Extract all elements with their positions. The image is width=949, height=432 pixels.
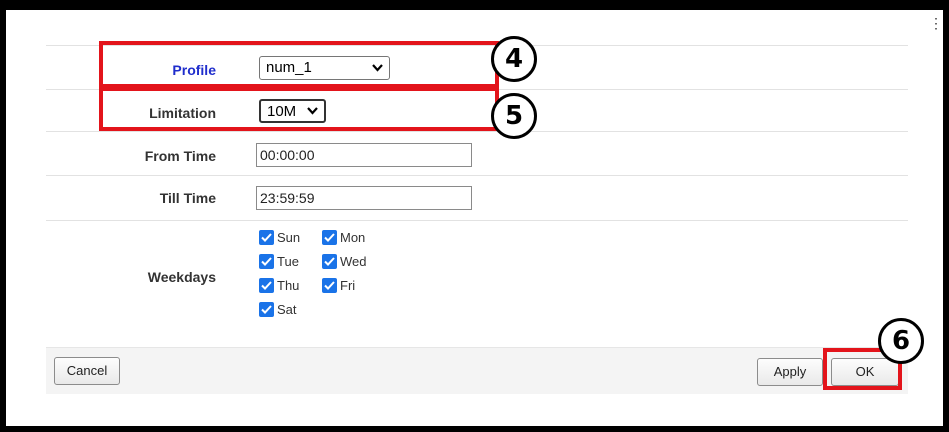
expand-icon[interactable]: ⋮	[928, 17, 944, 42]
dialog-footer: Cancel Apply OK	[46, 347, 908, 394]
checkmark-icon	[322, 230, 337, 246]
checkmark-icon	[259, 230, 274, 246]
step-6-marker: 6	[878, 318, 924, 364]
weekday-label: Fri	[340, 278, 356, 293]
weekday-label: Sat	[277, 302, 297, 317]
weekday-label: Sun	[277, 230, 301, 245]
till-time-row: Till Time 23:59:59	[46, 175, 908, 218]
checkmark-icon	[259, 254, 274, 270]
weekday-label: Wed	[340, 254, 367, 269]
weekday-checkbox-wed[interactable]: Wed	[322, 253, 367, 271]
from-time-label: From Time	[144, 148, 216, 164]
weekdays-row: Weekdays Sun Mon Tue Wed Thu Fri Sat	[46, 220, 908, 343]
from-time-row: From Time 00:00:00	[46, 131, 908, 170]
cancel-button[interactable]: Cancel	[54, 357, 120, 385]
highlight-profile	[99, 41, 499, 88]
apply-button[interactable]: Apply	[757, 358, 823, 386]
weekday-checkbox-sat[interactable]: Sat	[259, 301, 297, 319]
weekday-label: Tue	[277, 254, 299, 269]
weekday-checkbox-thu[interactable]: Thu	[259, 277, 299, 295]
till-time-input[interactable]: 23:59:59	[256, 186, 472, 210]
weekday-label: Mon	[340, 230, 366, 245]
from-time-input[interactable]: 00:00:00	[256, 143, 472, 167]
checkmark-icon	[259, 278, 274, 294]
weekday-label: Thu	[277, 278, 300, 293]
highlight-limitation	[99, 87, 499, 131]
weekday-checkbox-sun[interactable]: Sun	[259, 229, 300, 247]
step-4-marker: 4	[491, 36, 537, 82]
weekday-checkbox-tue[interactable]: Tue	[259, 253, 299, 271]
weekdays-label: Weekdays	[147, 269, 216, 285]
checkmark-icon	[322, 278, 337, 294]
step-5-marker: 5	[491, 93, 537, 139]
weekday-checkbox-fri[interactable]: Fri	[322, 277, 355, 295]
till-time-label: Till Time	[159, 190, 216, 206]
checkmark-icon	[322, 254, 337, 270]
checkmark-icon	[259, 302, 274, 318]
weekday-checkbox-mon[interactable]: Mon	[322, 229, 365, 247]
